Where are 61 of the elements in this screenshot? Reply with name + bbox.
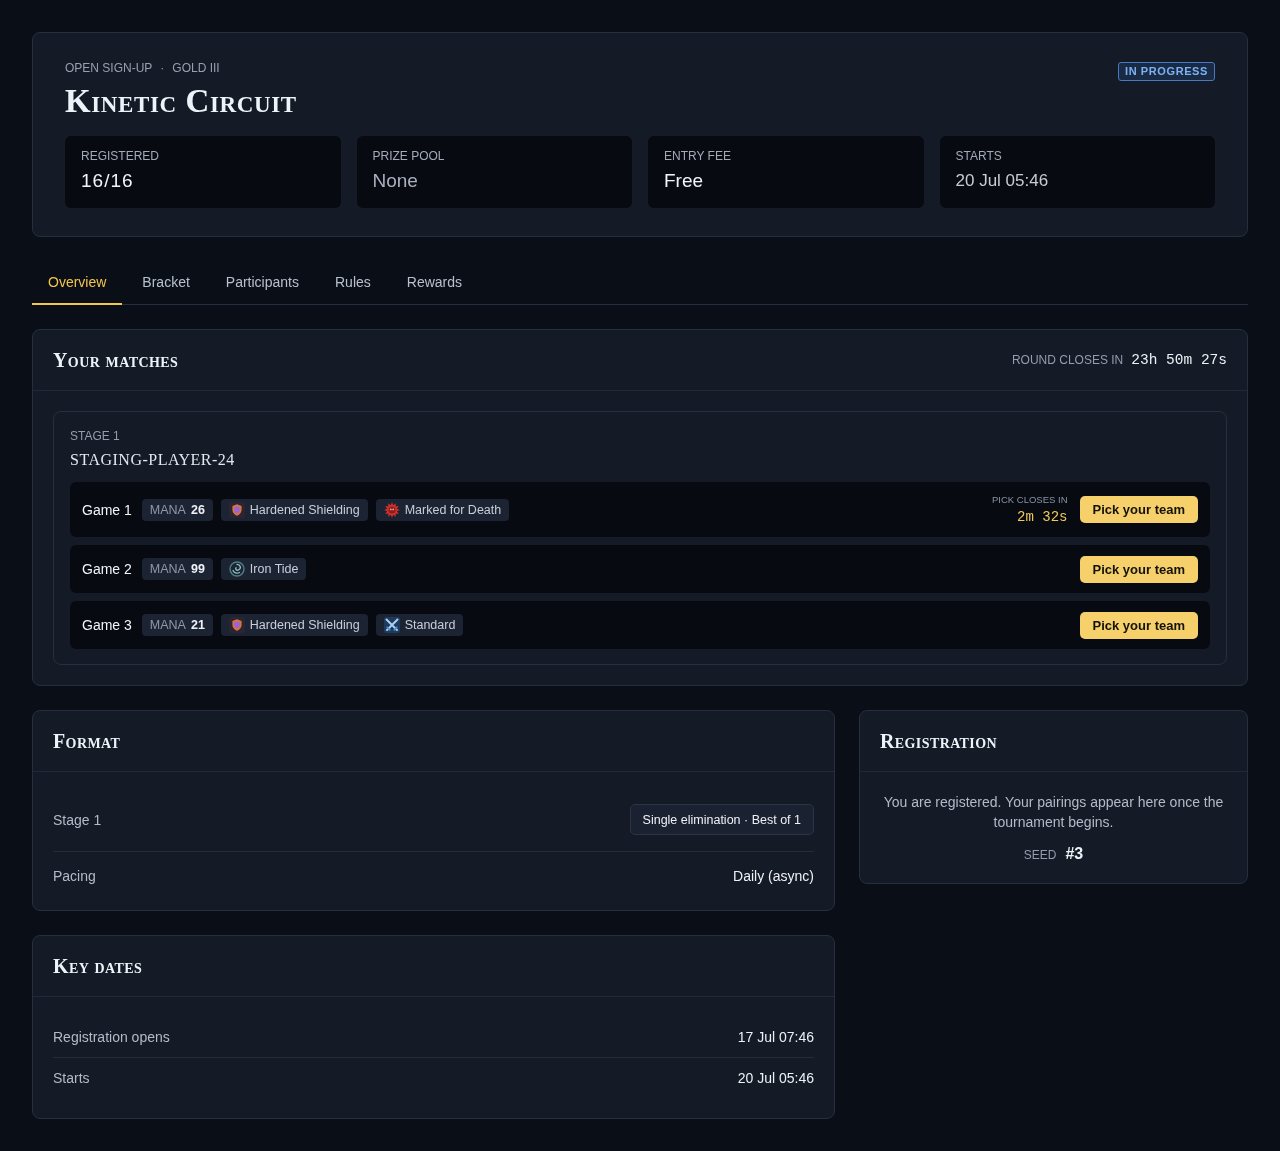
stat-value: None (372, 169, 419, 193)
info-label: Starts (53, 1070, 90, 1086)
stage-label: STAGE 1 (70, 428, 121, 444)
mana-label: MANA (149, 562, 186, 576)
game-name: Game 3 (82, 617, 132, 633)
pick-team-button[interactable]: Pick your team (1079, 496, 1198, 523)
game-name: Game 2 (82, 561, 132, 577)
stat-value: 20 Jul 05:46 (955, 170, 1050, 192)
spiky-burst-icon (383, 501, 400, 518)
info-value: 17 Jul 07:46 (737, 1029, 814, 1045)
stat-label: ENTRY FEE (664, 148, 732, 164)
mana-value: 99 (190, 562, 205, 576)
deadline-label: ROUND CLOSES IN (1011, 353, 1124, 367)
meta-tag: OPEN SIGN-UP (65, 60, 153, 76)
mana-label: MANA (149, 618, 186, 632)
meta-tag: GOLD III (172, 60, 220, 76)
tab[interactable]: Bracket (126, 261, 206, 305)
pick-countdown: 2m 32s (1016, 507, 1068, 526)
section-title: Format (53, 729, 121, 753)
tab[interactable]: Rewards (390, 261, 479, 305)
stat-label: STARTS (955, 148, 1003, 164)
pick-team-button[interactable]: Pick your team (1079, 555, 1198, 583)
tab[interactable]: Rules (319, 261, 387, 305)
mana-label: MANA (149, 502, 186, 517)
tab[interactable]: Participants (209, 261, 315, 305)
info-value: Daily (async) (733, 868, 814, 884)
tournament-title: Kinetic Circuit (65, 82, 297, 120)
game-name: Game 1 (82, 501, 132, 518)
modifier-label: Hardened Shielding (249, 502, 360, 517)
info-label: Registration opens (53, 1029, 170, 1045)
seed-label: SEED (1023, 848, 1057, 862)
mana-value: 26 (190, 502, 205, 517)
info-value: 20 Jul 05:46 (737, 1070, 814, 1086)
section-title: Registration (880, 729, 997, 753)
swirl-icon (228, 561, 245, 577)
crossed-swords-icon (383, 617, 400, 633)
shield-icon (228, 617, 245, 633)
status-badge: IN PROGRESS (1118, 62, 1215, 81)
registration-message: You are registered. Your pairings appear here once the tournament begins. (882, 793, 1225, 832)
shield-icon (228, 501, 245, 518)
opponent-name: STAGING-PLAYER-24 (70, 450, 236, 470)
info-label: Pacing (53, 868, 96, 884)
modifier-label: Iron Tide (249, 562, 299, 576)
modifier-label: Standard (404, 618, 456, 632)
pick-deadline-label: PICK CLOSES IN (992, 493, 1068, 506)
format-tag: Single elimination · Best of 1 (629, 804, 814, 835)
info-label: Stage 1 (53, 811, 102, 828)
stat-label: PRIZE POOL (372, 148, 446, 164)
modifier-label: Marked for Death (404, 502, 502, 517)
tab[interactable]: Overview (32, 261, 123, 305)
section-title: Key dates (53, 954, 143, 978)
section-title: Your matches (53, 348, 179, 372)
stat-value: 16/16 (81, 169, 135, 193)
pick-team-button[interactable]: Pick your team (1079, 611, 1198, 639)
stat-label: REGISTERED (81, 148, 160, 164)
modifier-label: Hardened Shielding (249, 618, 360, 632)
countdown: 23h 50m 27s (1131, 352, 1227, 368)
seed-number: #3 (1065, 845, 1084, 863)
stat-value: Free (664, 169, 705, 193)
separator-dot: · (160, 60, 165, 76)
mana-value: 21 (190, 618, 205, 632)
